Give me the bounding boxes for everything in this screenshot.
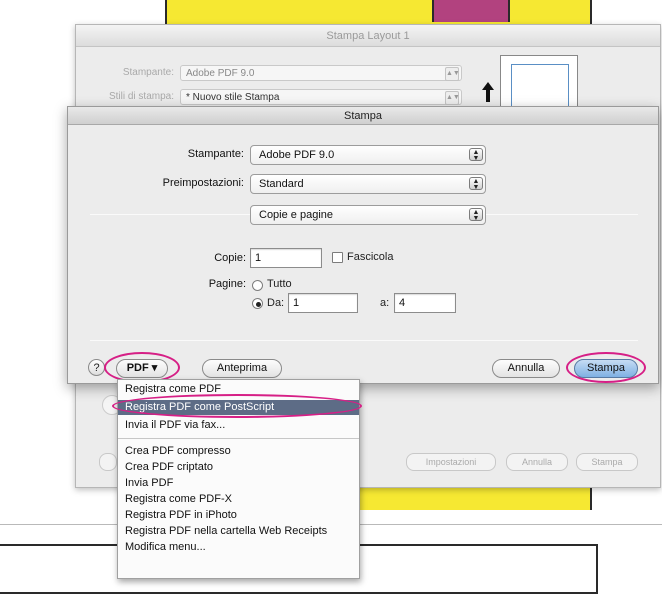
print-dialog-title: Stampa xyxy=(68,107,658,125)
page-preview-margin xyxy=(511,64,569,112)
back-style-label: Stili di stampa: xyxy=(108,91,174,102)
presets-value: Standard xyxy=(259,178,304,190)
popup-arrows-icon: ▲▼ xyxy=(469,148,483,162)
copies-label: Copie: xyxy=(214,252,246,264)
help-button[interactable]: ? xyxy=(88,359,105,376)
bottom-separator xyxy=(90,340,638,341)
back-printer-label: Stampante: xyxy=(122,67,174,78)
back-setup-button[interactable]: Impostazioni xyxy=(406,453,496,471)
presets-label: Preimpostazioni: xyxy=(162,177,244,189)
menu-item-compress-pdf[interactable]: Crea PDF compresso xyxy=(118,444,359,459)
menu-item-mail-pdf[interactable]: Invia PDF xyxy=(118,476,359,491)
menu-item-save-as-pdf-x[interactable]: Registra come PDF-X xyxy=(118,492,359,507)
printer-label: Stampante: xyxy=(187,148,244,160)
document-magenta-block xyxy=(432,0,510,22)
printer-popup[interactable]: Adobe PDF 9.0 ▲ ▼ xyxy=(250,145,486,165)
pages-label: Pagine: xyxy=(208,278,246,290)
back-printer-value: Adobe PDF 9.0 xyxy=(186,68,255,79)
menu-item-save-pdf-iphoto[interactable]: Registra PDF in iPhoto xyxy=(118,508,359,523)
menu-item-edit-menu[interactable]: Modifica menu... xyxy=(118,540,359,555)
collate-label: Fascicola xyxy=(347,251,394,263)
presets-popup[interactable]: Standard ▲ ▼ xyxy=(250,174,486,194)
print-layout-dialog-title: Stampa Layout 1 xyxy=(76,25,660,47)
back-style-value: * Nuovo stile Stampa xyxy=(186,92,280,103)
back-left-button-stub[interactable] xyxy=(99,453,117,471)
menu-item-encrypt-pdf[interactable]: Crea PDF criptato xyxy=(118,460,359,475)
copies-field[interactable]: 1 xyxy=(250,248,322,268)
preview-button[interactable]: Anteprima xyxy=(202,359,282,378)
pages-all-radio[interactable] xyxy=(252,280,263,291)
back-style-popup[interactable]: * Nuovo stile Stampa ▲▼ xyxy=(180,89,462,105)
menu-separator xyxy=(118,438,359,439)
section-value: Copie e pagine xyxy=(259,209,334,221)
cancel-button[interactable]: Annulla xyxy=(492,359,560,378)
orientation-arrow-icon xyxy=(481,81,495,103)
pages-to-field[interactable]: 4 xyxy=(394,293,456,313)
printer-value: Adobe PDF 9.0 xyxy=(259,149,335,161)
menu-item-fax-pdf[interactable]: Invia il PDF via fax... xyxy=(118,418,359,433)
pages-all-label: Tutto xyxy=(267,278,292,290)
back-cancel-button[interactable]: Annulla xyxy=(506,453,568,471)
pages-to-label: a: xyxy=(380,297,390,309)
print-button-highlight-ring xyxy=(566,352,646,383)
pages-from-field[interactable]: 1 xyxy=(288,293,358,313)
back-print-button[interactable]: Stampa xyxy=(576,453,638,471)
section-popup[interactable]: Copie e pagine ▲ ▼ xyxy=(250,205,486,225)
pages-from-label: Da: xyxy=(267,297,285,309)
back-printer-popup[interactable]: Adobe PDF 9.0 ▲▼ xyxy=(180,65,462,81)
collate-checkbox[interactable] xyxy=(332,252,343,263)
menu-item-save-pdf-web-receipts[interactable]: Registra PDF nella cartella Web Receipts xyxy=(118,524,359,539)
pages-range-radio[interactable] xyxy=(252,298,263,309)
print-dialog: Stampa Stampante: Adobe PDF 9.0 ▲ ▼ Preim… xyxy=(67,106,659,384)
popup-arrows-icon: ▲▼ xyxy=(445,67,460,81)
popup-arrows-icon: ▲▼ xyxy=(469,208,483,222)
popup-arrows-icon: ▲▼ xyxy=(469,177,483,191)
popup-arrows-icon: ▲▼ xyxy=(445,91,460,105)
menu-item-highlight-ring xyxy=(112,394,362,418)
